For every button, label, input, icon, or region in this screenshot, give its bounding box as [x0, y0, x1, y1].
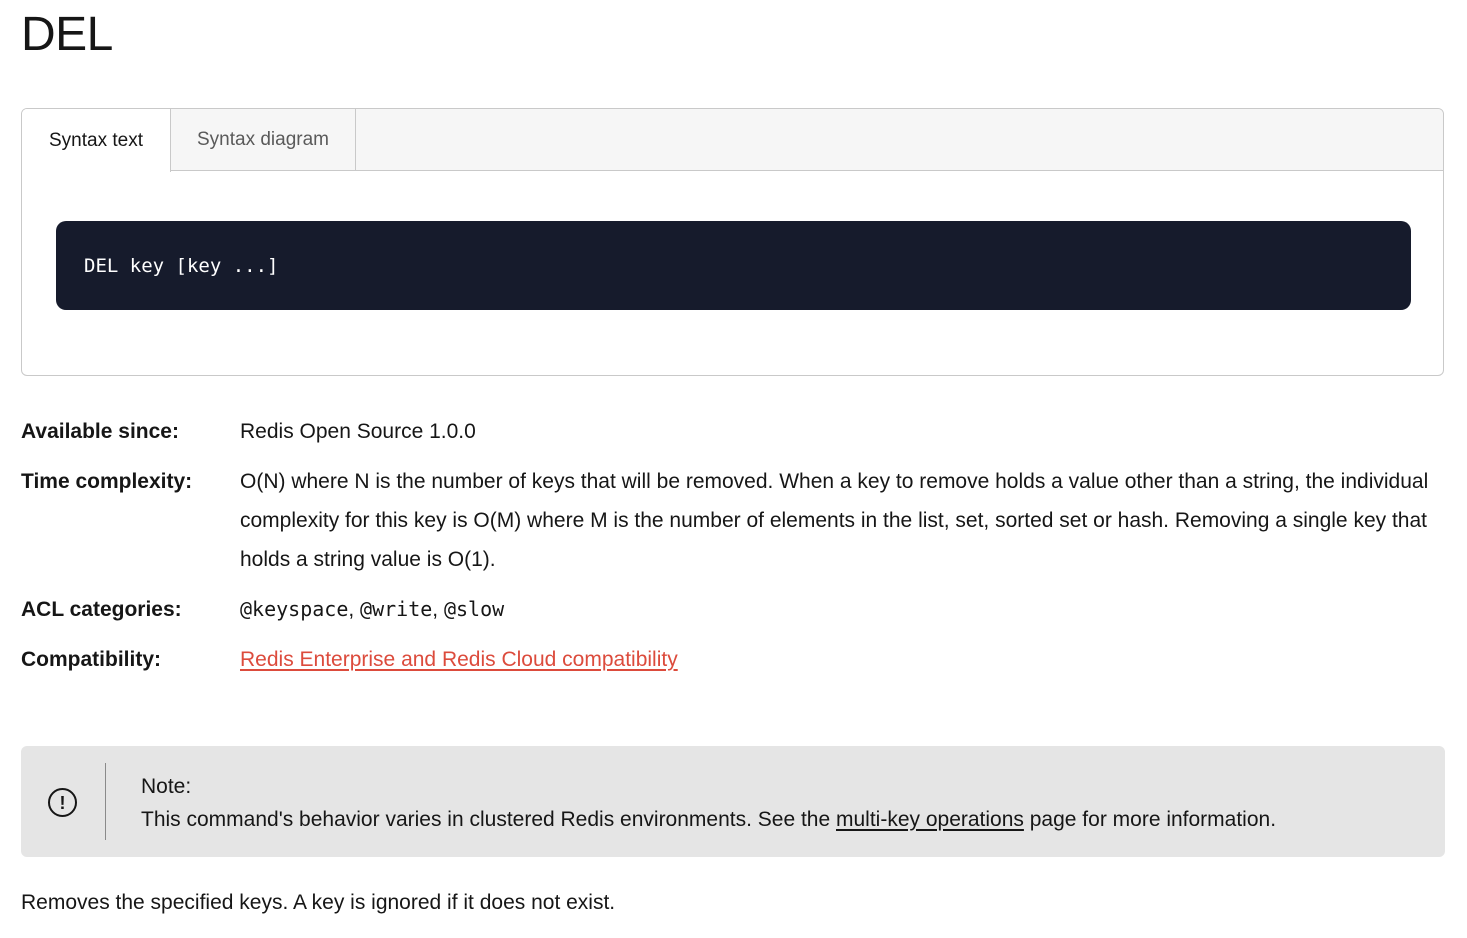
time-complexity-row: Time complexity: O(N) where N is the num… [21, 462, 1441, 579]
note-callout: ! Note: This command's behavior varies i… [21, 746, 1445, 857]
note-text-after: page for more information. [1023, 808, 1277, 831]
acl-categories-label: ACL categories: [21, 598, 182, 621]
multi-key-operations-link[interactable]: multi-key operations [836, 808, 1024, 831]
compatibility-row: Compatibility: Redis Enterprise and Redi… [21, 640, 1441, 679]
command-info: Available since: Redis Open Source 1.0.0… [21, 412, 1441, 690]
time-complexity-value: O(N) where N is the number of keys that … [240, 470, 1429, 571]
acl-category-slow: @slow [443, 597, 505, 621]
available-since-row: Available since: Redis Open Source 1.0.0 [21, 412, 1441, 451]
time-complexity-label: Time complexity: [21, 470, 193, 493]
acl-categories-value: @keyspace, @write, @slow [240, 590, 1441, 629]
tab-syntax-text[interactable]: Syntax text [22, 109, 171, 172]
acl-separator: , [348, 598, 361, 621]
syntax-code: DEL key [key ...] [84, 254, 279, 277]
page-title: DEL [21, 8, 113, 61]
compatibility-link[interactable]: Redis Enterprise and Redis Cloud compati… [240, 648, 678, 671]
syntax-code-block: DEL key [key ...] [56, 221, 1411, 310]
note-text-before: This command's behavior varies in cluste… [141, 808, 836, 831]
available-since-value: Redis Open Source 1.0.0 [240, 420, 476, 443]
acl-category-write: @write [360, 597, 433, 621]
command-description: Removes the specified keys. A key is ign… [21, 891, 616, 914]
acl-separator: , [432, 598, 444, 621]
acl-categories-row: ACL categories: @keyspace, @write, @slow [21, 590, 1441, 629]
syntax-tabs-panel: Syntax text Syntax diagram DEL key [key … [21, 108, 1444, 376]
note-text: This command's behavior varies in cluste… [141, 803, 1276, 836]
available-since-label: Available since: [21, 420, 179, 443]
note-divider [105, 763, 106, 840]
note-title: Note: [141, 775, 192, 798]
compatibility-label: Compatibility: [21, 648, 161, 671]
note-content: Note: This command's behavior varies in … [141, 770, 1276, 836]
tab-syntax-diagram[interactable]: Syntax diagram [171, 109, 356, 171]
compatibility-value: Redis Enterprise and Redis Cloud compati… [240, 640, 1441, 679]
acl-category-keyspace: @keyspace [240, 597, 349, 621]
tab-bar: Syntax text Syntax diagram [22, 109, 1443, 172]
exclamation-circle-icon: ! [48, 788, 77, 817]
